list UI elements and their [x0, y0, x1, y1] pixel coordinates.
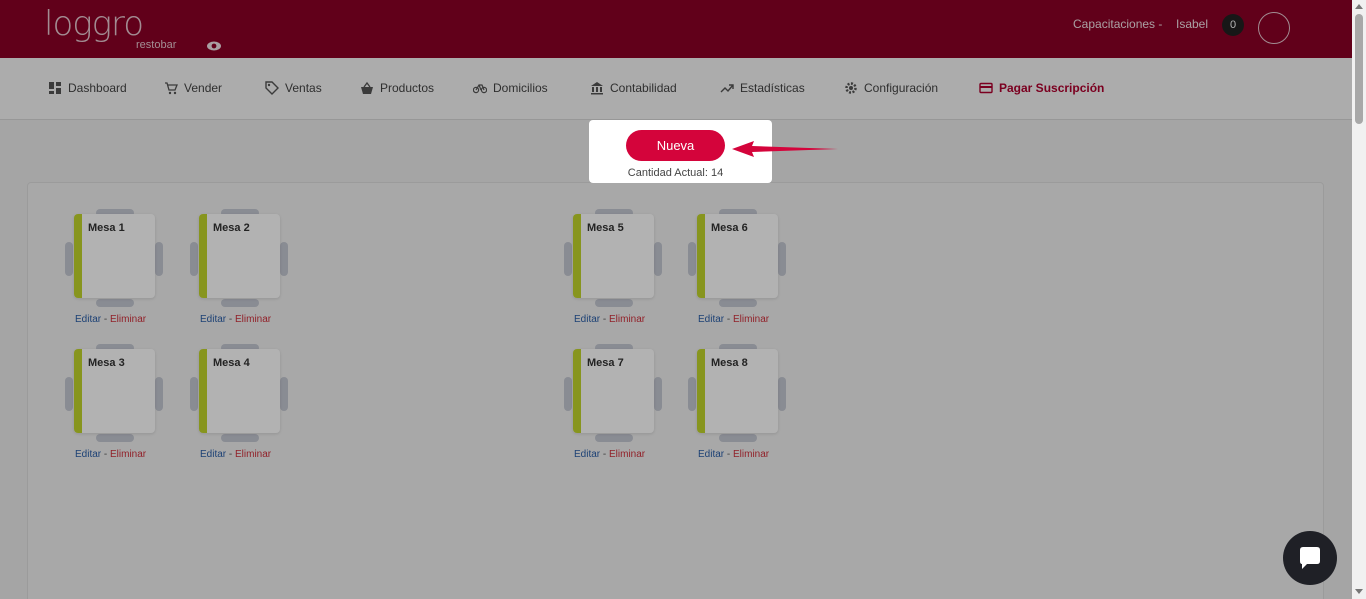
chat-icon	[1300, 547, 1320, 569]
chat-button[interactable]	[1283, 531, 1337, 585]
table-count: Cantidad Actual: 14	[627, 167, 724, 179]
scroll-down-icon[interactable]	[1355, 589, 1363, 594]
scrollbar[interactable]	[1352, 0, 1366, 599]
scroll-thumb[interactable]	[1355, 14, 1363, 124]
new-table-button[interactable]: Nueva	[626, 130, 725, 161]
pointer-arrow-icon	[732, 141, 838, 157]
scroll-up-icon[interactable]	[1355, 4, 1363, 9]
dim-overlay	[0, 0, 1352, 599]
